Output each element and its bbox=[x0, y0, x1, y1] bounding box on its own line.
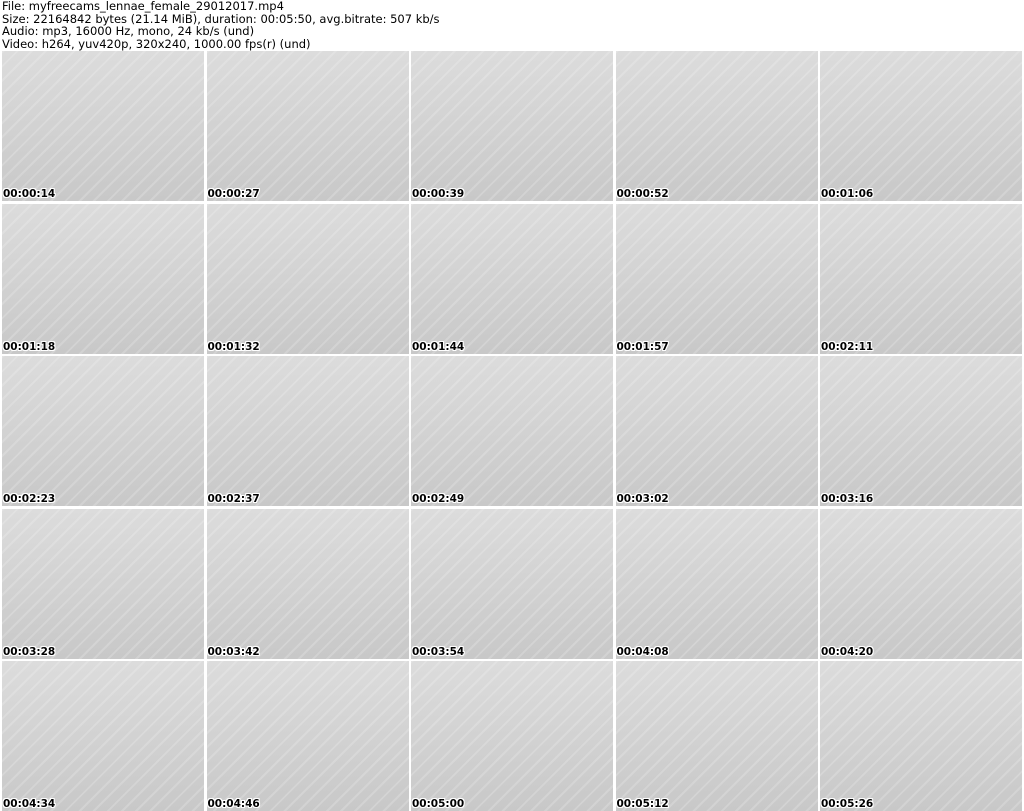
video-frame-thumbnail[interactable]: 00:01:32 bbox=[206, 203, 409, 354]
frame-timestamp: 00:03:02 bbox=[616, 493, 669, 505]
video-frame-thumbnail[interactable]: 00:03:28 bbox=[2, 508, 204, 659]
video-frame-thumbnail[interactable]: 00:00:52 bbox=[615, 51, 818, 201]
video-frame-thumbnail[interactable]: 00:02:11 bbox=[820, 203, 1022, 354]
frame-timestamp: 00:01:44 bbox=[412, 340, 465, 353]
video-frame-thumbnail[interactable]: 00:01:57 bbox=[615, 203, 818, 354]
frame-timestamp: 00:00:27 bbox=[207, 188, 260, 200]
video-frame-thumbnail[interactable]: 00:01:06 bbox=[820, 51, 1022, 201]
frame-timestamp: 00:01:18 bbox=[3, 340, 56, 353]
frame-timestamp: 00:02:37 bbox=[207, 493, 260, 505]
video-frame-thumbnail[interactable]: 00:03:02 bbox=[615, 356, 818, 506]
frame-timestamp: 00:02:49 bbox=[412, 493, 465, 505]
file-name-line: File: myfreecams_lennae_female_29012017.… bbox=[2, 0, 284, 13]
frame-timestamp: 00:04:20 bbox=[821, 645, 874, 658]
frame-timestamp: 00:03:54 bbox=[412, 645, 465, 658]
video-frame-thumbnail[interactable]: 00:03:16 bbox=[820, 356, 1022, 506]
frame-timestamp: 00:00:52 bbox=[616, 188, 669, 200]
frame-timestamp: 00:03:16 bbox=[821, 493, 874, 505]
file-info-header: File: myfreecams_lennae_female_29012017.… bbox=[2, 0, 1020, 50]
frame-timestamp: 00:02:23 bbox=[3, 493, 56, 505]
frame-timestamp: 00:01:06 bbox=[821, 188, 874, 200]
frame-timestamp: 00:03:42 bbox=[207, 645, 260, 658]
video-frame-thumbnail[interactable]: 00:04:34 bbox=[2, 661, 204, 811]
frame-timestamp: 00:05:00 bbox=[412, 798, 465, 810]
video-frame-thumbnail[interactable]: 00:02:49 bbox=[411, 356, 613, 506]
video-frame-thumbnail[interactable]: 00:05:00 bbox=[411, 661, 613, 811]
video-frame-thumbnail[interactable]: 00:05:26 bbox=[820, 661, 1022, 811]
video-frame-thumbnail[interactable]: 00:03:42 bbox=[206, 508, 409, 659]
frame-timestamp: 00:04:46 bbox=[207, 798, 260, 810]
video-frame-thumbnail[interactable]: 00:02:23 bbox=[2, 356, 204, 506]
video-frame-thumbnail[interactable]: 00:00:39 bbox=[411, 51, 613, 201]
frame-timestamp: 00:02:11 bbox=[821, 340, 874, 353]
frame-timestamp: 00:00:14 bbox=[3, 188, 56, 200]
video-frame-thumbnail[interactable]: 00:03:54 bbox=[411, 508, 613, 659]
thumbnail-grid: 00:00:14 00:00:27 00:00:39 00:00:52 00:0… bbox=[2, 51, 1022, 811]
frame-timestamp: 00:04:08 bbox=[616, 645, 669, 658]
video-frame-thumbnail[interactable]: 00:01:44 bbox=[411, 203, 613, 354]
video-frame-thumbnail[interactable]: 00:04:20 bbox=[820, 508, 1022, 659]
frame-timestamp: 00:04:34 bbox=[3, 798, 56, 810]
frame-timestamp: 00:01:32 bbox=[207, 340, 260, 353]
video-frame-thumbnail[interactable]: 00:01:18 bbox=[2, 203, 204, 354]
audio-info-line: Audio: mp3, 16000 Hz, mono, 24 kb/s (und… bbox=[2, 24, 255, 38]
video-frame-thumbnail[interactable]: 00:00:14 bbox=[2, 51, 204, 201]
frame-timestamp: 00:05:26 bbox=[821, 798, 874, 810]
video-frame-thumbnail[interactable]: 00:05:12 bbox=[615, 661, 818, 811]
frame-timestamp: 00:00:39 bbox=[412, 188, 465, 200]
video-frame-thumbnail[interactable]: 00:00:27 bbox=[206, 51, 409, 201]
video-frame-thumbnail[interactable]: 00:04:46 bbox=[206, 661, 409, 811]
frame-timestamp: 00:01:57 bbox=[616, 340, 669, 353]
frame-timestamp: 00:05:12 bbox=[616, 798, 669, 810]
video-frame-thumbnail[interactable]: 00:04:08 bbox=[615, 508, 818, 659]
video-frame-thumbnail[interactable]: 00:02:37 bbox=[206, 356, 409, 506]
frame-timestamp: 00:03:28 bbox=[3, 645, 56, 658]
video-info-line: Video: h264, yuv420p, 320x240, 1000.00 f… bbox=[2, 36, 311, 51]
